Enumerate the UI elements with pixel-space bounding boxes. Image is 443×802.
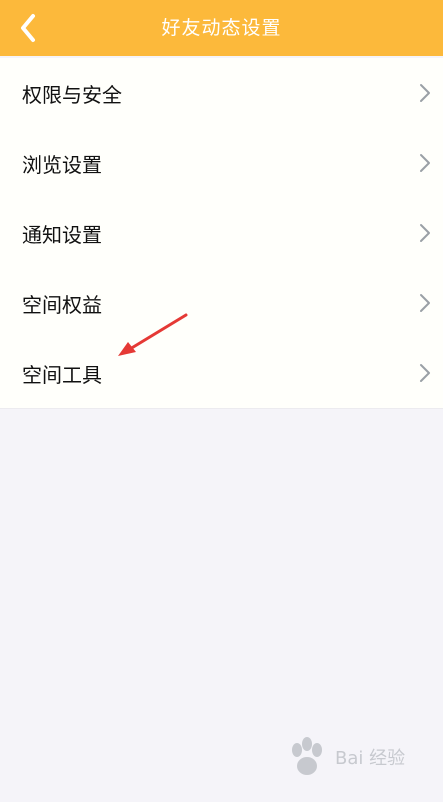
chevron-right-icon (420, 294, 430, 312)
page-title: 好友动态设置 (161, 17, 282, 39)
back-chevron-icon (21, 14, 35, 42)
settings-menu: 权限与安全 浏览设置 通知设置 空间权益 空间工具 (0, 58, 443, 409)
chevron-right-icon (420, 84, 430, 102)
chevron-right-icon (420, 224, 430, 242)
menu-item-label: 空间权益 (22, 292, 102, 317)
menu-item-label: 浏览设置 (22, 152, 102, 177)
chevron-right-icon (420, 154, 430, 172)
watermark: Bai 经验 (283, 734, 423, 782)
menu-item-notification-settings[interactable]: 通知设置 (0, 198, 443, 268)
menu-item-label: 空间工具 (22, 362, 102, 387)
menu-item-space-benefits[interactable]: 空间权益 (0, 268, 443, 338)
chevron-right-icon (420, 364, 430, 382)
back-button[interactable] (0, 0, 56, 56)
menu-item-permissions-security[interactable]: 权限与安全 (0, 58, 443, 128)
menu-item-label: 权限与安全 (22, 82, 122, 107)
top-bar: 好友动态设置 (0, 0, 443, 56)
watermark-text: Bai 经验 (335, 748, 406, 769)
paw-logo-icon (292, 737, 322, 775)
menu-item-label: 通知设置 (22, 222, 102, 247)
menu-item-browse-settings[interactable]: 浏览设置 (0, 128, 443, 198)
menu-item-space-tools[interactable]: 空间工具 (0, 338, 443, 408)
red-arrow-annotation (118, 313, 188, 356)
